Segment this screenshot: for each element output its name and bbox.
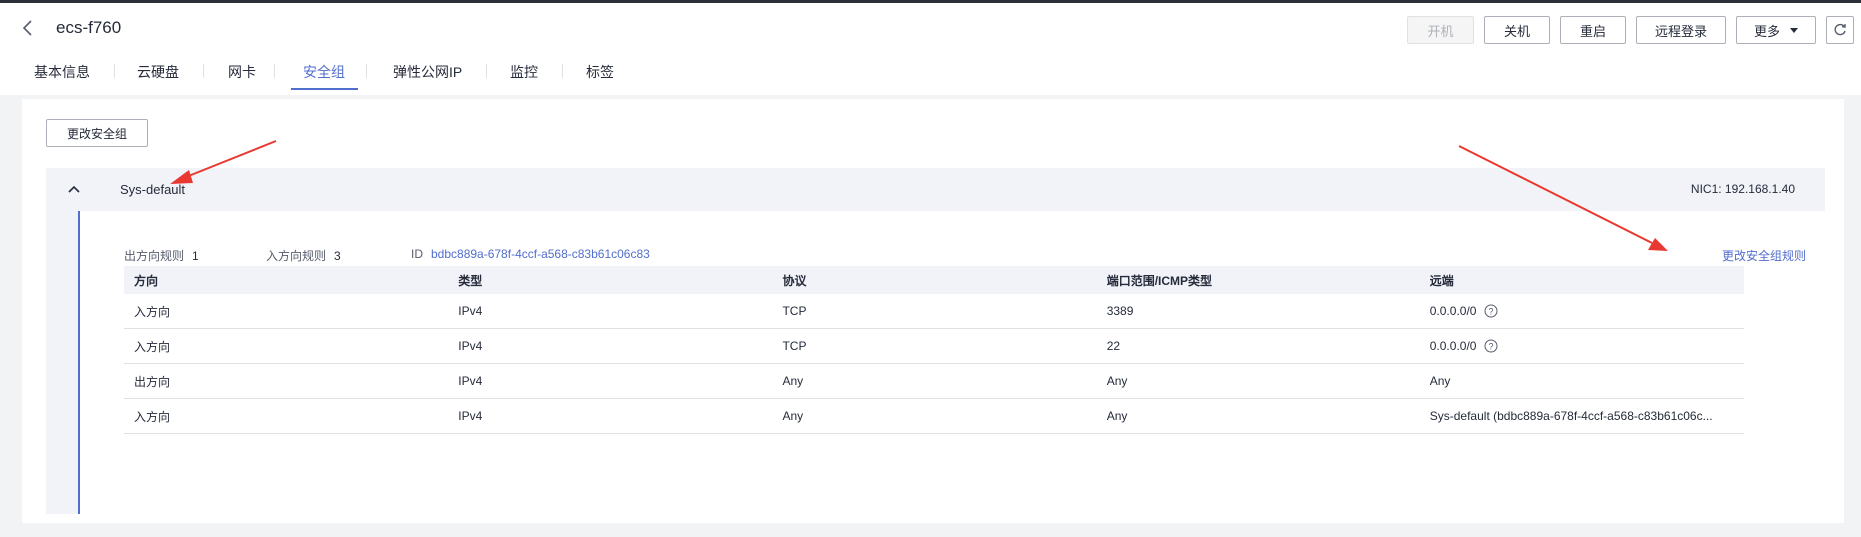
tab-divider [562,64,563,78]
more-button-label: 更多 [1753,23,1780,39]
tab-nic[interactable]: 网卡 [228,62,256,82]
cell-port-range: 22 [1096,328,1420,364]
page-title: ecs-f760 [56,18,122,37]
cell-protocol: TCP [772,328,1097,364]
cell-protocol: TCP [772,294,1097,329]
start-button[interactable]: 开机 [1407,16,1474,44]
cell-port-range-text: Any [1106,409,1128,423]
cell-protocol: Any [772,363,1097,399]
column-header-protocol: 协议 [772,266,1097,294]
refresh-button[interactable] [1826,16,1854,44]
tab-cloud-disk[interactable]: 云硬盘 [137,62,179,82]
security-group-body: 出方向规则 1 入方向规则 3 ID bdbc889a-678f-4ccf-a568-… [46,211,1827,514]
cell-port-range: 3389 [1096,294,1420,329]
svg-text:?: ? [1489,342,1494,352]
cell-direction: 入方向 [124,328,449,364]
edit-security-group-rules-link[interactable]: 更改安全组规则 [1722,247,1806,264]
cell-port-range: Any [1096,398,1420,434]
cell-remote: 0.0.0.0/0? [1419,294,1744,329]
table-row: 入方向 IPv4 Any Any Sys-default (bdbc889a-678f-… [124,398,1744,434]
tab-divider [486,64,487,78]
security-group-name: Sys-default [120,182,186,197]
security-group-header[interactable]: Sys-default NIC1: 192.168.1.40 [46,168,1825,211]
table-row: 入方向 IPv4 TCP 22 0.0.0.0/0? [124,328,1744,364]
tab-monitoring[interactable]: 监控 [510,62,538,82]
security-group-detail: 出方向规则 1 入方向规则 3 ID bdbc889a-678f-4ccf-a568-… [78,211,1827,514]
cell-remote-text: 0.0.0.0/0 [1429,338,1477,353]
tab-elastic-ip[interactable]: 弹性公网IP [393,62,462,82]
cell-port-range-text: 3389 [1106,304,1134,318]
outbound-rules-label: 出方向规则 [124,249,185,263]
change-security-group-button[interactable]: 更改安全组 [46,119,148,147]
cell-port-range-text: Any [1106,374,1128,388]
security-group-panel: 更改安全组 Sys-default NIC1: 192.168.1.40 出方向… [22,99,1844,523]
cell-type: IPv4 [448,294,773,329]
cell-remote-text: Sys-default (bdbc889a-678f-4ccf-a568-c83… [1429,409,1713,423]
column-header-direction: 方向 [124,266,449,294]
cell-direction: 出方向 [124,363,449,399]
cell-type-text: IPv4 [458,409,483,423]
shutdown-button[interactable]: 关机 [1484,16,1550,44]
cell-port-range: Any [1096,363,1420,399]
security-group-id-link[interactable]: bdbc889a-678f-4ccf-a568-c83b61c06c83 [431,247,650,261]
caret-down-icon [1790,27,1798,33]
tab-divider [203,64,204,78]
refresh-icon [1834,23,1846,36]
active-tab-indicator [291,88,358,90]
id-label: ID [411,247,423,261]
cell-type-text: IPv4 [458,339,483,353]
restart-button[interactable]: 重启 [1560,16,1626,44]
rules-table: 方向 类型 协议 端口范围/ICMP类型 远端 入方向 IPv4 TCP 3389 0.… [124,266,1744,434]
cell-direction-text: 出方向 [134,374,171,389]
outbound-rules-value: 1 [192,249,199,263]
table-row: 出方向 IPv4 Any Any Any [124,363,1744,399]
cell-direction-text: 入方向 [134,339,171,354]
more-button[interactable]: 更多 [1736,16,1816,44]
cell-protocol-text: Any [782,409,804,423]
cell-protocol-text: Any [782,374,804,388]
cell-type-text: IPv4 [458,304,483,318]
tab-divider [366,64,367,78]
inbound-rules-value: 3 [334,249,341,263]
cell-direction-text: 入方向 [134,304,171,319]
tab-security-group[interactable]: 安全组 [303,62,345,82]
tab-basic-info[interactable]: 基本信息 [34,62,90,82]
cell-direction: 入方向 [124,294,449,329]
cell-type: IPv4 [448,398,773,434]
cell-protocol: Any [772,398,1097,434]
cell-type: IPv4 [448,328,773,364]
cell-protocol-text: TCP [782,304,807,318]
inbound-rules-count: 入方向规则 3 [266,247,341,264]
inbound-rules-label: 入方向规则 [266,249,327,263]
svg-text:?: ? [1489,307,1494,317]
nic-address: NIC1: 192.168.1.40 [1690,182,1795,196]
column-header-port-range: 端口范围/ICMP类型 [1096,266,1420,294]
help-icon[interactable]: ? [1484,304,1498,318]
cell-remote: 0.0.0.0/0? [1419,328,1744,364]
back-arrow-icon[interactable] [18,17,38,39]
chevron-up-icon[interactable] [66,182,82,196]
cell-protocol-text: TCP [782,339,807,353]
cell-type: IPv4 [448,363,773,399]
cell-type-text: IPv4 [458,374,483,388]
cell-remote-text: Any [1429,374,1451,388]
tab-divider [274,64,275,78]
tab-divider [114,64,115,78]
page-header: ecs-f760 开机 关机 重启 远程登录 更多 基本信息 云硬盘 网卡 安全… [0,3,1861,95]
cell-port-range-text: 22 [1106,339,1121,353]
cell-direction-text: 入方向 [134,409,171,424]
table-header-row: 方向 类型 协议 端口范围/ICMP类型 远端 [124,266,1744,294]
remote-login-button[interactable]: 远程登录 [1636,16,1726,44]
security-group-id: ID bdbc889a-678f-4ccf-a568-c83b61c06c83 [411,247,650,261]
cell-direction: 入方向 [124,398,449,434]
column-header-remote: 远端 [1419,266,1744,294]
table-row: 入方向 IPv4 TCP 3389 0.0.0.0/0? [124,294,1744,329]
outbound-rules-count: 出方向规则 1 [124,247,199,264]
cell-remote: Any [1419,363,1744,399]
help-icon[interactable]: ? [1484,339,1498,353]
cell-remote-text: 0.0.0.0/0 [1429,303,1477,318]
tab-tags[interactable]: 标签 [586,62,614,82]
cell-remote: Sys-default (bdbc889a-678f-4ccf-a568-c83… [1419,398,1744,434]
column-header-type: 类型 [448,266,773,294]
